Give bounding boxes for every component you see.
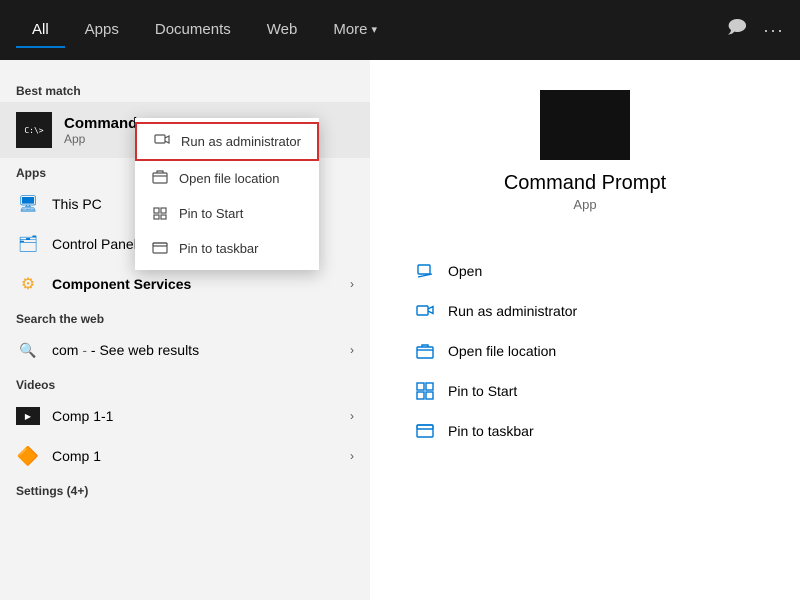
right-action-run-admin[interactable]: Run as administrator [410, 292, 760, 330]
context-pin-taskbar-label: Pin to taskbar [179, 241, 259, 256]
cmd-preview-image [540, 90, 630, 160]
right-pin-taskbar-label: Pin to taskbar [448, 423, 534, 439]
feedback-icon[interactable]: 🗩 [727, 15, 747, 45]
pin-start-icon [151, 204, 169, 223]
context-menu-item-pin-start[interactable]: Pin to Start [135, 196, 319, 231]
this-pc-icon: 🖥 [16, 192, 40, 216]
control-panel-icon: 🗂 [16, 232, 40, 256]
web-search-item[interactable]: 🔍 com - - See web results › [0, 330, 370, 370]
right-open-icon [414, 260, 436, 282]
right-action-open[interactable]: Open [410, 252, 760, 290]
context-menu: Run as administrator Open file location [135, 118, 319, 270]
tab-web[interactable]: Web [251, 13, 314, 48]
chevron-down-icon: ▾ [372, 23, 378, 36]
component-services-icon: ⚙ [16, 272, 40, 296]
comp11-chevron: › [350, 409, 354, 423]
right-action-pin-start[interactable]: Pin to Start [410, 372, 760, 410]
right-open-location-label: Open file location [448, 343, 556, 359]
this-pc-label: This PC [52, 196, 102, 212]
right-open-location-icon [414, 340, 436, 362]
tab-apps[interactable]: Apps [69, 13, 135, 48]
comp1-label: Comp 1 [52, 448, 101, 464]
run-as-admin-icon [153, 132, 171, 151]
right-action-pin-taskbar[interactable]: Pin to taskbar [410, 412, 760, 450]
component-services-label: Component Services [52, 276, 191, 292]
list-item-comp1[interactable]: 🔶 Comp 1 › [0, 436, 370, 476]
context-menu-item-pin-taskbar[interactable]: Pin to taskbar [135, 231, 319, 266]
right-open-label: Open [448, 263, 482, 279]
best-match-label: Best match [0, 76, 370, 102]
right-pin-start-icon [414, 380, 436, 402]
tab-documents[interactable]: Documents [139, 13, 247, 48]
header: All Apps Documents Web More ▾ 🗩 ··· [0, 0, 800, 60]
right-pin-start-label: Pin to Start [448, 383, 517, 399]
comp1-chevron: › [350, 449, 354, 463]
right-action-open-location[interactable]: Open file location [410, 332, 760, 370]
header-actions: 🗩 ··· [727, 15, 784, 45]
left-panel: Best match Command Prompt App Run as adm… [0, 60, 370, 600]
right-app-type: App [573, 197, 596, 212]
pin-taskbar-icon [151, 239, 169, 258]
cmd-icon [16, 112, 52, 148]
right-app-name: Command Prompt [504, 172, 666, 195]
context-menu-item-open-location[interactable]: Open file location [135, 161, 319, 196]
list-item-comp11[interactable]: ▶ Comp 1-1 › [0, 396, 370, 436]
settings-label: Settings (4+) [0, 476, 370, 502]
more-options-icon[interactable]: ··· [763, 20, 784, 41]
right-actions: Open Run as administrator [410, 252, 760, 450]
web-search-icon: 🔍 [16, 338, 40, 362]
right-run-admin-icon [414, 300, 436, 322]
context-menu-item-run-as-admin[interactable]: Run as administrator [135, 122, 319, 161]
comp11-label: Comp 1-1 [52, 408, 113, 424]
open-location-icon [151, 169, 169, 188]
tab-all[interactable]: All [16, 13, 65, 48]
app-preview: Command Prompt App [410, 90, 760, 212]
right-run-admin-label: Run as administrator [448, 303, 577, 319]
videos-label: Videos [0, 370, 370, 396]
nav-tabs: All Apps Documents Web More ▾ [16, 13, 393, 48]
video-comp1-icon: 🔶 [16, 444, 40, 468]
control-panel-label: Control Panel [52, 236, 137, 252]
main-content: Best match Command Prompt App Run as adm… [0, 60, 800, 600]
context-open-location-label: Open file location [179, 171, 279, 186]
component-services-chevron: › [350, 277, 354, 291]
context-pin-start-label: Pin to Start [179, 206, 243, 221]
right-panel: Command Prompt App Open [370, 60, 800, 600]
right-pin-taskbar-icon [414, 420, 436, 442]
web-search-label: com - - See web results [52, 342, 199, 358]
context-run-as-admin-label: Run as administrator [181, 134, 301, 149]
tab-more[interactable]: More ▾ [317, 13, 393, 48]
list-item-component-services[interactable]: ⚙ Component Services › [0, 264, 370, 304]
web-chevron: › [350, 343, 354, 357]
video-comp11-icon: ▶ [16, 404, 40, 428]
web-label: Search the web [0, 304, 370, 330]
